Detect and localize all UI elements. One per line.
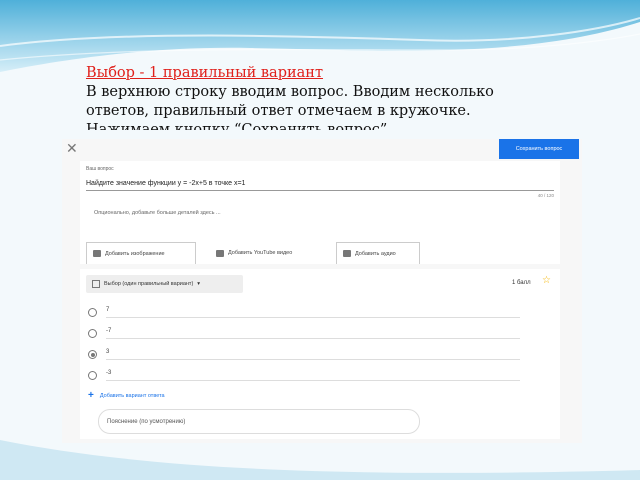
explanation-input[interactable]: Пояснение (по усмотрению): [98, 409, 420, 434]
question-type-select[interactable]: Выбор (один правильный вариант) ▾: [86, 275, 243, 293]
add-youtube-label: Добавить YouTube видео: [228, 250, 293, 256]
chevron-down-icon: ▾: [197, 281, 201, 287]
add-audio-label: Добавить аудио: [355, 250, 396, 257]
audio-icon: [343, 250, 351, 257]
add-option-button[interactable]: + Добавить вариант ответа: [88, 390, 165, 401]
question-type-label: Выбор (один правильный вариант): [104, 281, 194, 287]
answer-option[interactable]: 7: [88, 305, 528, 321]
add-image-button[interactable]: Добавить изображение: [86, 242, 196, 264]
add-option-label: Добавить вариант ответа: [99, 392, 165, 399]
radio-button[interactable]: [88, 371, 97, 380]
caption-body: В верхнюю строку вводим вопрос. Вводим н…: [86, 84, 494, 130]
details-input[interactable]: Опционально, добавьте больше деталей зде…: [94, 210, 221, 216]
question-underline: [86, 190, 554, 191]
answer-option[interactable]: -3: [88, 368, 528, 384]
star-icon[interactable]: ☆: [542, 275, 551, 286]
add-audio-button[interactable]: Добавить аудио: [336, 242, 420, 264]
media-buttons-row: Добавить изображение Добавить YouTube ви…: [86, 242, 556, 264]
answer-option[interactable]: 3: [88, 347, 528, 363]
slide-caption: Выбор - 1 правильный вариант В верхнюю с…: [86, 64, 526, 130]
caption-title: Выбор - 1 правильный вариант: [86, 65, 323, 81]
checkbox-list-icon: [92, 280, 100, 288]
image-icon: [93, 250, 101, 257]
plus-icon: +: [88, 390, 94, 401]
answer-text[interactable]: -7: [106, 328, 111, 334]
points-value[interactable]: 1 балл: [512, 280, 531, 286]
quiz-editor-screenshot: ✕ Сохранить вопрос Ваш вопрос Найдите зн…: [62, 139, 582, 443]
question-card: Ваш вопрос Найдите значение функции у = …: [80, 161, 560, 264]
radio-button-selected[interactable]: [88, 350, 97, 359]
close-icon[interactable]: ✕: [66, 141, 78, 157]
save-question-button[interactable]: Сохранить вопрос: [499, 139, 579, 159]
answer-option[interactable]: -7: [88, 326, 528, 342]
youtube-icon: [216, 249, 224, 257]
radio-button[interactable]: [88, 308, 97, 317]
answer-text[interactable]: -3: [106, 370, 111, 376]
answer-text[interactable]: 7: [106, 307, 109, 313]
answer-text[interactable]: 3: [106, 349, 109, 355]
add-image-label: Добавить изображение: [105, 250, 165, 257]
answers-card: Выбор (один правильный вариант) ▾ 1 балл…: [80, 269, 560, 439]
radio-button[interactable]: [88, 329, 97, 338]
add-youtube-button[interactable]: Добавить YouTube видео: [210, 242, 326, 264]
question-label: Ваш вопрос: [86, 166, 114, 172]
char-count: 40 / 120: [537, 193, 554, 198]
question-input[interactable]: Найдите значение функции у = -2х+5 в точ…: [86, 180, 245, 187]
